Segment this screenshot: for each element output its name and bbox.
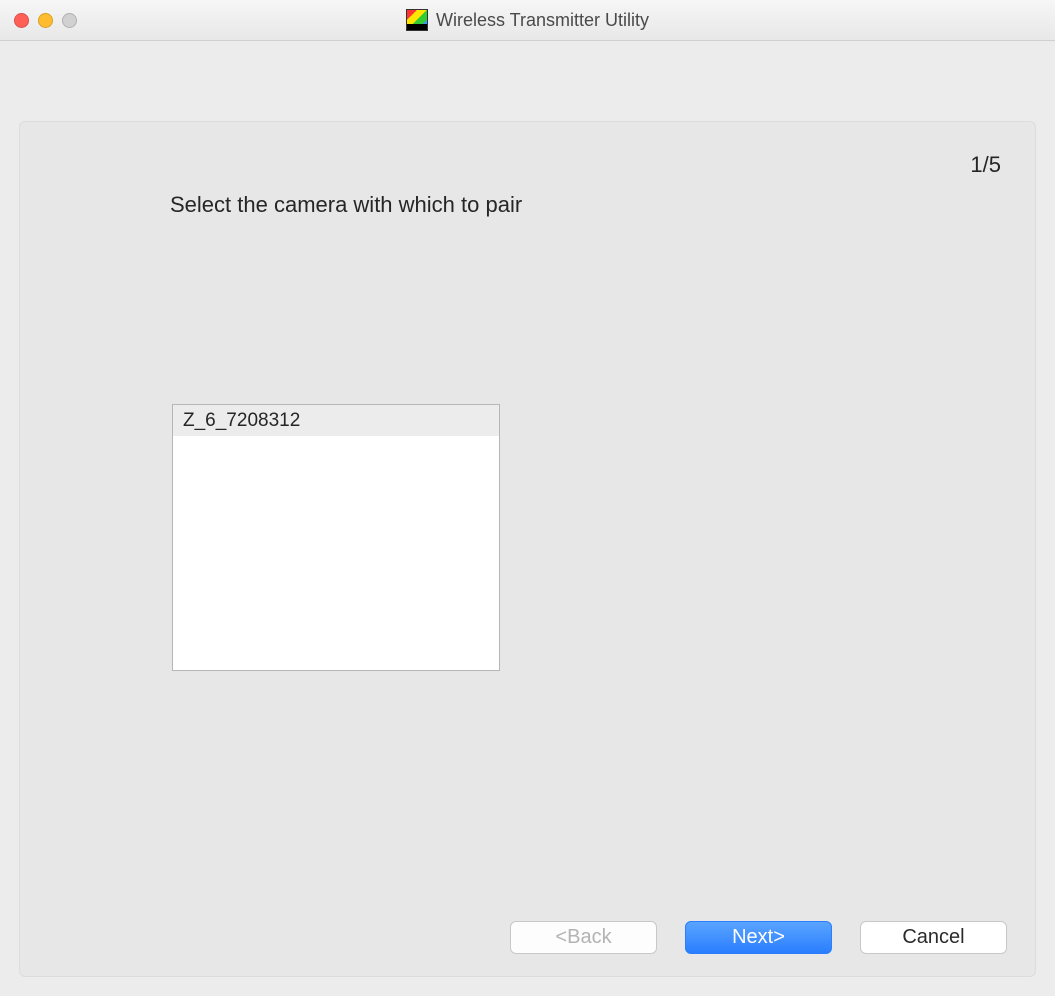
step-indicator: 1/5 bbox=[970, 152, 1001, 178]
app-icon bbox=[406, 9, 428, 31]
button-row: <Back Next> Cancel bbox=[510, 921, 1007, 954]
window-title: Wireless Transmitter Utility bbox=[436, 10, 649, 31]
close-window-button[interactable] bbox=[14, 13, 29, 28]
wizard-panel: 1/5 Select the camera with which to pair… bbox=[19, 121, 1036, 977]
back-button: <Back bbox=[510, 921, 657, 954]
camera-listbox[interactable]: Z_6_7208312 bbox=[172, 404, 500, 671]
content-area: 1/5 Select the camera with which to pair… bbox=[0, 41, 1055, 996]
zoom-window-button bbox=[62, 13, 77, 28]
minimize-window-button[interactable] bbox=[38, 13, 53, 28]
window-controls bbox=[14, 13, 77, 28]
next-button[interactable]: Next> bbox=[685, 921, 832, 954]
title-center: Wireless Transmitter Utility bbox=[0, 9, 1055, 31]
list-item[interactable]: Z_6_7208312 bbox=[173, 405, 499, 436]
titlebar: Wireless Transmitter Utility bbox=[0, 0, 1055, 41]
cancel-button[interactable]: Cancel bbox=[860, 921, 1007, 954]
instruction-text: Select the camera with which to pair bbox=[170, 192, 522, 218]
